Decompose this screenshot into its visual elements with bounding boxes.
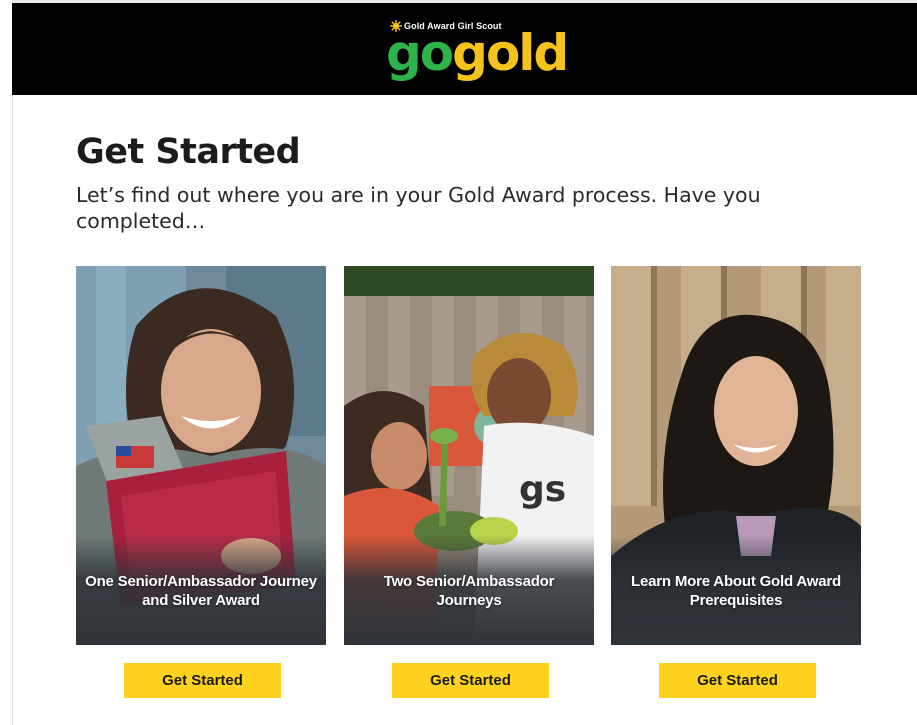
page-subtitle: Let’s find out where you are in your Gol… bbox=[76, 183, 761, 233]
card-two-journeys[interactable]: gs Two Senior/Ambassador Journeys bbox=[344, 266, 594, 645]
card-label: Learn More About Gold Award Prerequisite… bbox=[631, 573, 841, 609]
card-label: One Senior/Ambassador Journey and Silver… bbox=[85, 573, 317, 609]
get-started-button-two-journeys[interactable]: Get Started bbox=[392, 663, 549, 698]
logo-gold-text: gold bbox=[452, 24, 569, 82]
svg-text:gs: gs bbox=[519, 469, 566, 510]
get-started-button-one-journey[interactable]: Get Started bbox=[124, 663, 281, 698]
card-gold-award-prerequisites[interactable]: Learn More About Gold Award Prerequisite… bbox=[611, 266, 861, 645]
logo-wordmark: gogold bbox=[386, 24, 569, 82]
card-one-journey-silver-award[interactable]: One Senior/Ambassador Journey and Silver… bbox=[76, 266, 326, 645]
page-title: Get Started bbox=[76, 132, 301, 172]
logo-go-text: go bbox=[386, 24, 454, 82]
card-label: Two Senior/Ambassador Journeys bbox=[383, 573, 555, 609]
site-header: Gold Award Girl Scout gogold bbox=[12, 3, 917, 95]
gogold-logo[interactable]: Gold Award Girl Scout gogold bbox=[386, 17, 569, 87]
get-started-button-prerequisites[interactable]: Get Started bbox=[659, 663, 816, 698]
